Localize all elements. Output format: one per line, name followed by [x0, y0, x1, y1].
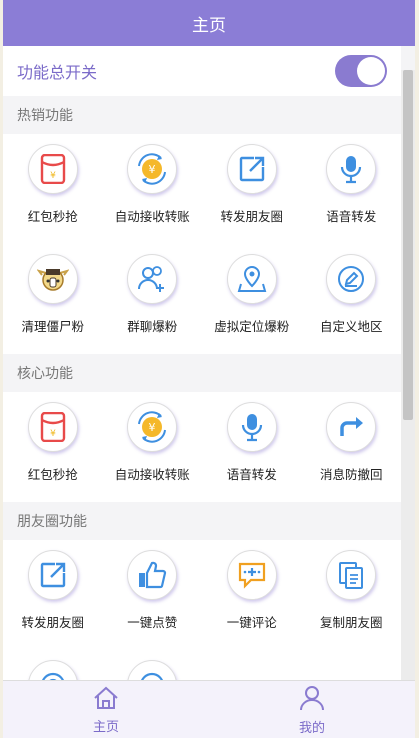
feature-label: 转发朋友圈 — [220, 209, 283, 224]
tab-home[interactable]: 主页 — [3, 681, 209, 738]
master-switch-label: 功能总开关 — [17, 63, 98, 82]
scrollbar-thumb[interactable] — [403, 70, 413, 420]
feature-label: 语音转发 — [326, 209, 377, 224]
feature-label: 自动接收转账 — [114, 209, 190, 224]
comment-plus-icon — [226, 550, 277, 600]
red-envelope-icon: ¥ — [27, 402, 78, 452]
feature-label: 虚拟定位爆粉 — [214, 319, 290, 334]
feature-label: 红包秒抢 — [27, 467, 78, 482]
copy-document-icon — [326, 550, 377, 600]
feature-label: 自定义地区 — [319, 319, 383, 334]
feature-one-click-like[interactable]: 一键点赞 — [103, 540, 203, 650]
feature-label: 复制朋友圈 — [319, 615, 383, 630]
feature-auto-transfer[interactable]: ¥ 自动接收转账 — [103, 392, 203, 502]
tab-home-label: 主页 — [92, 719, 119, 735]
feature-custom-region[interactable]: 自定义地区 — [302, 244, 402, 354]
header-bar: 主页 — [3, 0, 415, 46]
feature-group-chat-fans[interactable]: 群聊爆粉 — [103, 244, 203, 354]
feature-label: 红包秒抢 — [27, 209, 78, 224]
svg-text:¥: ¥ — [50, 429, 56, 439]
master-toggle[interactable] — [335, 55, 387, 87]
edit-pencil-icon — [326, 254, 377, 304]
feature-virtual-location[interactable]: 虚拟定位爆粉 — [202, 244, 302, 354]
location-pin-icon — [226, 254, 277, 304]
bottom-tab-bar: 主页 我的 — [3, 680, 415, 738]
tab-profile-label: 我的 — [298, 720, 325, 736]
feature-anti-recall[interactable]: 消息防撤回 — [302, 392, 402, 502]
svg-text:¥: ¥ — [149, 421, 156, 434]
svg-text:¥: ¥ — [149, 163, 156, 176]
redo-arrow-icon — [326, 402, 377, 452]
transfer-yen-icon: ¥ — [127, 144, 178, 194]
app-screen: 主页 功能总开关 热销功能 ¥ 红包秒抢 ¥ 自动接收转账 转发朋友圈 语音转发… — [3, 0, 415, 738]
section-title-core: 核心功能 — [3, 354, 401, 392]
feature-forward-moments[interactable]: 转发朋友圈 — [202, 134, 302, 244]
feature-red-envelope[interactable]: ¥ 红包秒抢 — [3, 392, 103, 502]
feature-label: 一键评论 — [226, 615, 277, 630]
moments-functions-grid: 转发朋友圈 一键点赞 一键评论 复制朋友圈 — [3, 540, 401, 680]
feature-label: 转发朋友圈 — [21, 615, 84, 630]
feature-forward-moments[interactable]: 转发朋友圈 — [3, 540, 103, 650]
feature-voice-forward[interactable]: 语音转发 — [302, 134, 402, 244]
home-icon — [93, 686, 119, 714]
transfer-yen-icon: ¥ — [127, 402, 178, 452]
feature-one-click-comment[interactable]: 一键评论 — [202, 540, 302, 650]
feature-copy-moments[interactable]: 复制朋友圈 — [302, 540, 402, 650]
svg-text:¥: ¥ — [50, 171, 56, 181]
feature-label: 自动接收转账 — [114, 467, 190, 482]
red-envelope-icon: ¥ — [27, 144, 78, 194]
microphone-icon — [226, 402, 277, 452]
tab-profile[interactable]: 我的 — [209, 681, 415, 738]
microphone-icon — [326, 144, 377, 194]
feature-auto-transfer[interactable]: ¥ 自动接收转账 — [103, 134, 203, 244]
partial-icon — [127, 660, 178, 680]
feature-partial[interactable] — [103, 650, 203, 680]
zombie-icon — [27, 254, 78, 304]
page-title: 主页 — [192, 15, 226, 36]
core-functions-grid: ¥ 红包秒抢 ¥ 自动接收转账 语音转发 消息防撤回 — [3, 392, 401, 502]
feature-label: 清理僵尸粉 — [21, 319, 84, 334]
hot-functions-grid: ¥ 红包秒抢 ¥ 自动接收转账 转发朋友圈 语音转发 清理僵尸粉 群聊爆粉 虚拟… — [3, 134, 401, 354]
feature-partial[interactable] — [3, 650, 103, 680]
feature-label: 消息防撤回 — [319, 467, 383, 482]
share-arrow-icon — [226, 144, 277, 194]
share-arrow-icon — [27, 550, 78, 600]
toggle-knob — [357, 57, 385, 85]
thumbs-up-icon — [127, 550, 178, 600]
section-title-moments: 朋友圈功能 — [3, 502, 401, 540]
main-content: 功能总开关 热销功能 ¥ 红包秒抢 ¥ 自动接收转账 转发朋友圈 语音转发 清理… — [3, 46, 401, 680]
profile-icon — [299, 685, 325, 715]
section-title-hot: 热销功能 — [3, 96, 401, 134]
master-switch-row: 功能总开关 — [3, 46, 401, 96]
scrollbar[interactable] — [401, 70, 415, 680]
feature-label: 群聊爆粉 — [127, 319, 178, 334]
feature-label: 语音转发 — [226, 467, 277, 482]
feature-voice-forward[interactable]: 语音转发 — [202, 392, 302, 502]
feature-red-envelope[interactable]: ¥ 红包秒抢 — [3, 134, 103, 244]
add-users-icon — [127, 254, 178, 304]
feature-label: 一键点赞 — [127, 615, 178, 630]
partial-icon — [27, 660, 78, 680]
feature-clean-zombie[interactable]: 清理僵尸粉 — [3, 244, 103, 354]
